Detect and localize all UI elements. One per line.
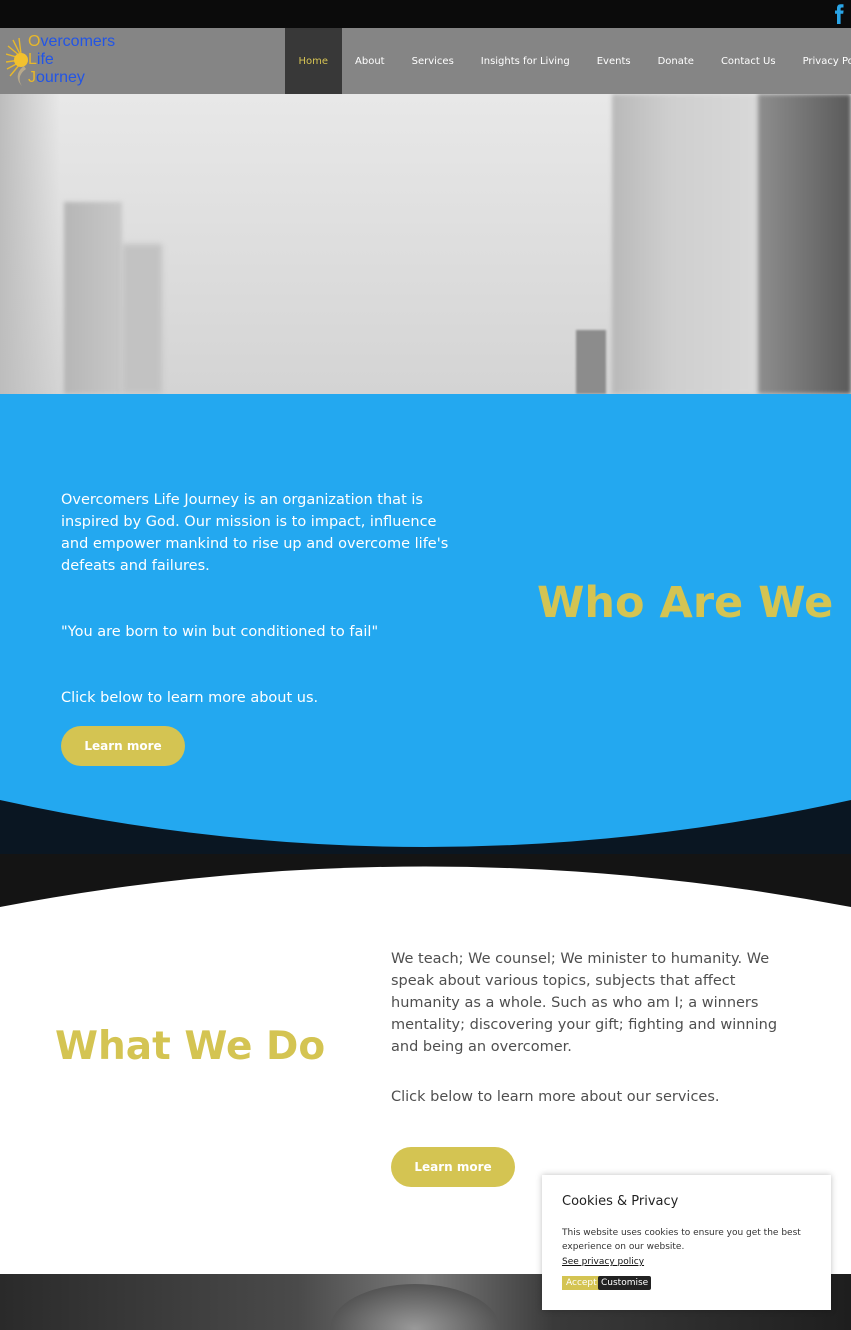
site-logo[interactable]: Overcomers Life Journey (6, 32, 136, 90)
privacy-policy-link[interactable]: See privacy policy (562, 1257, 644, 1267)
logo-line-2: Life (28, 51, 54, 68)
site-header: Overcomers Life Journey Home About Servi… (0, 28, 851, 94)
cookie-banner: Cookies & Privacy This website uses cook… (542, 1175, 831, 1310)
what-cta-text: Click below to learn more about our serv… (391, 1089, 720, 1105)
who-are-we-section: Overcomers Life Journey is an organizati… (0, 394, 851, 854)
who-cta-text: Click below to learn more about us. (61, 690, 319, 706)
hero-building (122, 244, 162, 394)
logo-line-1: Overcomers (28, 33, 116, 50)
top-bar (0, 0, 851, 28)
nav-item-privacy[interactable]: Privacy Policy (789, 28, 851, 94)
hero-building (576, 330, 606, 394)
hero-shade (0, 94, 60, 394)
nav-item-services[interactable]: Services (398, 28, 467, 94)
nav-item-home[interactable]: Home (285, 28, 342, 94)
cookie-body: This website uses cookies to ensure you … (562, 1228, 801, 1252)
who-paragraph: Overcomers Life Journey is an organizati… (61, 492, 449, 574)
hero-building (612, 94, 762, 394)
cookie-customise-button[interactable]: Customise (598, 1276, 652, 1290)
nav-item-contact[interactable]: Contact Us (707, 28, 789, 94)
cookie-title: Cookies & Privacy (562, 1194, 679, 1209)
logo-line-3: Journey (28, 69, 85, 86)
what-learn-more-button[interactable]: Learn more (391, 1147, 515, 1187)
cookie-accept-button[interactable]: Accept (562, 1276, 601, 1290)
what-title: What We Do (55, 1024, 326, 1069)
sun-icon (6, 37, 28, 86)
nav-item-donate[interactable]: Donate (644, 28, 707, 94)
hero-building (64, 202, 122, 394)
what-paragraph: We teach; We counsel; We minister to hum… (391, 951, 778, 1055)
band-curve (0, 854, 851, 914)
footer-image-highlight (330, 1284, 500, 1330)
nav-item-about[interactable]: About (342, 28, 399, 94)
main-nav: Home About Services Insights for Living … (285, 28, 851, 94)
who-learn-more-button[interactable]: Learn more (61, 726, 185, 766)
hero-image (0, 94, 851, 394)
who-quote: "You are born to win but conditioned to … (61, 624, 379, 640)
who-title: Who Are We (537, 578, 834, 628)
facebook-icon[interactable] (833, 4, 845, 24)
nav-item-events[interactable]: Events (583, 28, 644, 94)
nav-item-insights[interactable]: Insights for Living (467, 28, 583, 94)
hero-building (758, 94, 851, 394)
